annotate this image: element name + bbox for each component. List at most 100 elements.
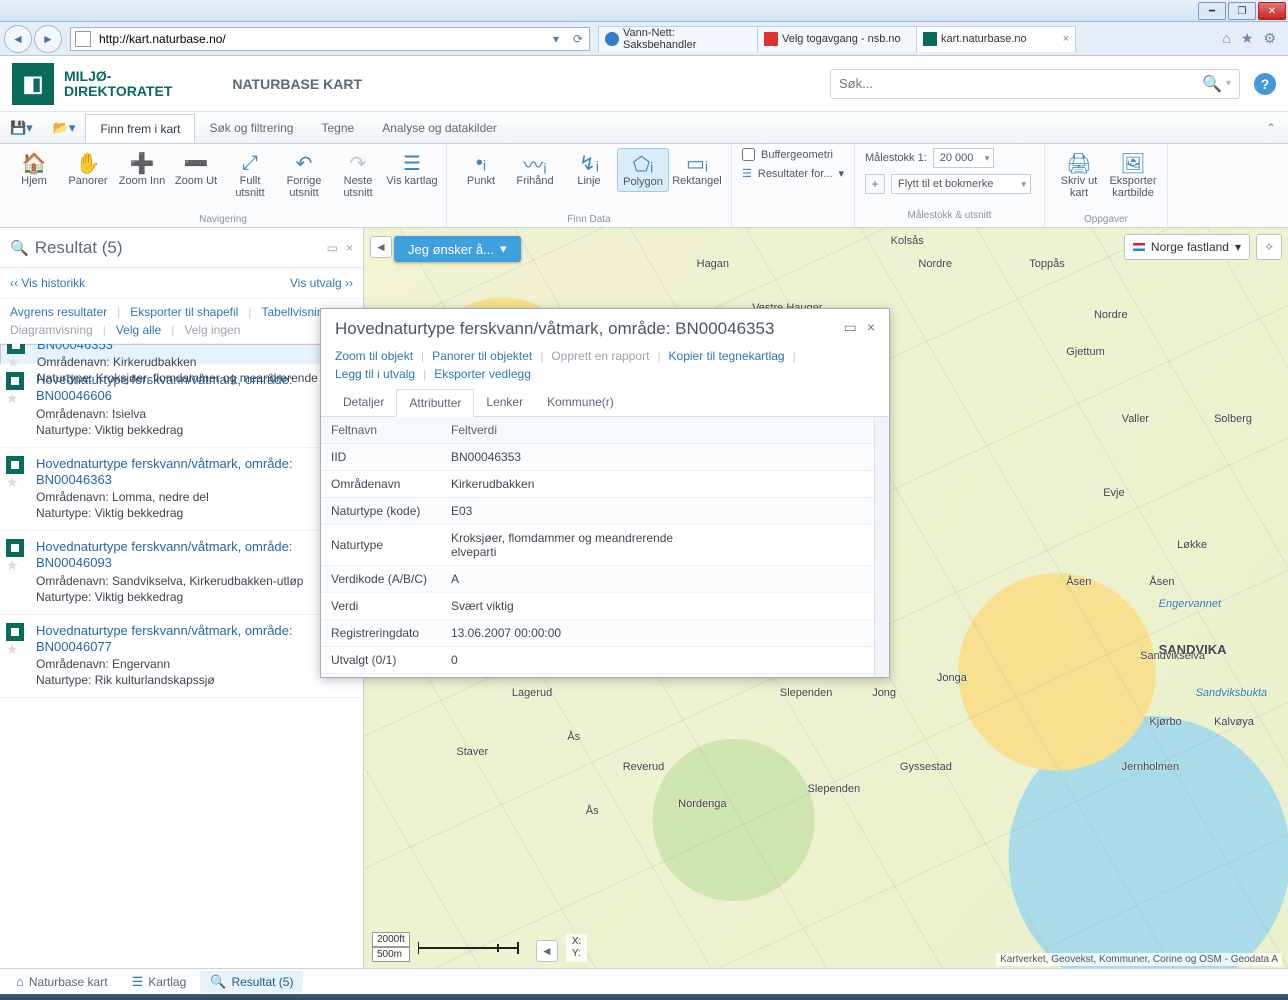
chevron-down-icon: ▾ <box>1235 240 1241 254</box>
result-item[interactable]: ★Hovednaturtype ferskvann/våtmark, områd… <box>0 344 363 364</box>
result-icons: ★ <box>6 456 28 521</box>
buffer-checkbox[interactable] <box>742 148 755 161</box>
chevron-down-icon: ▾ <box>500 241 507 257</box>
browser-back[interactable]: ◄ <box>4 25 32 53</box>
help-button[interactable]: ? <box>1254 73 1276 95</box>
popup-maximize-icon[interactable]: ▭ <box>844 319 857 336</box>
link-eksport-vedlegg[interactable]: Eksporter vedlegg <box>434 367 531 381</box>
tab-resultat[interactable]: 🔍Resultat (5) <box>200 971 303 993</box>
link-panorer-objekt[interactable]: Panorer til objektet <box>432 349 532 363</box>
tool-rektangel[interactable]: ▭ᵢRektangel <box>671 148 723 192</box>
app-header: ◧ MILJØ- DIREKTORATET NATURBASE KART 🔍 ▾… <box>0 56 1288 112</box>
map-tools-icon[interactable]: ✧ <box>1256 234 1282 260</box>
feature-icon <box>6 539 24 557</box>
scale-select[interactable]: 20 000 <box>933 148 995 168</box>
result-item[interactable]: ★ Hovednaturtype ferskvann/våtmark, områd… <box>0 448 363 532</box>
save-menu[interactable]: 💾▾ <box>0 112 43 143</box>
map-place-label: Gjettum <box>1066 346 1105 358</box>
window-close[interactable]: ✕ <box>1258 2 1286 20</box>
settings-icon[interactable]: ⚙ <box>1263 30 1276 47</box>
link-velg-alle[interactable]: Velg alle <box>116 323 161 337</box>
browser-refresh[interactable]: ⟳ <box>567 32 589 46</box>
result-title[interactable]: Hovednaturtype ferskvann/våtmark, område… <box>36 539 353 572</box>
popup-table-wrap[interactable]: Feltnavn Feltverdi IIDBN00046353Områdena… <box>321 417 889 677</box>
tool-vis-kartlag[interactable]: ☰Vis kartlag <box>386 148 438 201</box>
tab-kartlag[interactable]: ☰Kartlag <box>122 971 197 993</box>
map-scale-bar: 2000ft 500m ◄ X: Y: <box>372 932 587 962</box>
basemap-select[interactable]: Norge fastland▾ <box>1124 234 1250 260</box>
favorites-icon[interactable]: ★ <box>1241 30 1254 47</box>
tool-eksporter[interactable]: 🖼Eksporter kartbilde <box>1107 148 1159 201</box>
wish-button[interactable]: Jeg ønsker å...▾ <box>394 236 521 262</box>
attribute-table: Feltnavn Feltverdi IIDBN00046353Områdena… <box>321 417 889 677</box>
tab-sok[interactable]: Søk og filtrering <box>195 112 307 143</box>
tab-naturbase-kart[interactable]: ⌂Naturbase kart <box>6 971 118 992</box>
search-input[interactable] <box>839 76 1202 91</box>
browser-tab[interactable]: Velg togavgang - nsb.no <box>757 26 917 52</box>
star-icon[interactable]: ★ <box>6 474 28 491</box>
tool-hjem[interactable]: 🏠Hjem <box>8 148 60 201</box>
browser-tab[interactable]: Vann-Nett: Saksbehandler <box>598 26 758 52</box>
scale-m: 500m <box>372 947 410 962</box>
coord-prev[interactable]: ◄ <box>536 940 558 962</box>
app-search[interactable]: 🔍 ▾ <box>830 69 1240 99</box>
link-utvalg[interactable]: Legg til i utvalg <box>335 367 415 381</box>
address-bar[interactable]: ▾ ⟳ <box>70 27 590 51</box>
star-icon[interactable]: ★ <box>6 390 28 407</box>
tab-finn-frem[interactable]: Finn frem i kart <box>85 114 195 143</box>
search-icon[interactable]: 🔍 <box>1202 74 1222 94</box>
result-title[interactable]: Hovednaturtype ferskvann/våtmark, område… <box>37 344 352 353</box>
result-title[interactable]: Hovednaturtype ferskvann/våtmark, område… <box>36 456 353 489</box>
link-historikk[interactable]: ‹‹ Vis historikk <box>10 276 85 290</box>
link-utvalg[interactable]: Vis utvalg ›› <box>290 276 353 290</box>
star-icon[interactable]: ★ <box>6 641 28 658</box>
feature-icon <box>6 623 24 641</box>
option-resultater[interactable]: ☰Resultater for...▾ <box>742 167 844 180</box>
close-panel-icon[interactable]: × <box>346 241 353 255</box>
link-kopier[interactable]: Kopier til tegnekartlag <box>669 349 785 363</box>
tool-frihand[interactable]: 〰ᵢFrihånd <box>509 148 561 192</box>
org-logo: ◧ <box>12 63 54 105</box>
tool-zoom-inn[interactable]: ➕Zoom Inn <box>116 148 168 201</box>
url-dropdown[interactable]: ▾ <box>545 32 567 46</box>
url-input[interactable] <box>95 32 545 46</box>
link-avgrens[interactable]: Avgrens resultater <box>10 305 107 319</box>
browser-forward[interactable]: ► <box>34 25 62 53</box>
window-maximize[interactable]: ❐ <box>1228 2 1256 20</box>
link-zoom-objekt[interactable]: Zoom til objekt <box>335 349 413 363</box>
tool-punkt[interactable]: •ᵢPunkt <box>455 148 507 192</box>
add-bookmark[interactable]: + <box>865 174 885 194</box>
tab-close-icon[interactable]: × <box>1063 33 1069 45</box>
tool-neste-utsnitt[interactable]: ↷Neste utsnitt <box>332 148 384 201</box>
tool-fullt-utsnitt[interactable]: ⤢Fullt utsnitt <box>224 148 276 201</box>
bookmark-select[interactable]: Flytt til et bokmerke <box>891 174 1031 194</box>
link-eksport-shapefil[interactable]: Eksporter til shapefil <box>130 305 238 319</box>
browser-tab-active[interactable]: kart.naturbase.no× <box>916 26 1076 52</box>
result-item[interactable]: ★ Hovednaturtype ferskvann/våtmark, områd… <box>0 615 363 699</box>
tool-skriv-ut[interactable]: 🖨Skriv ut kart <box>1053 148 1105 201</box>
tab-tegne[interactable]: Tegne <box>307 112 368 143</box>
tool-linje[interactable]: ↯ᵢLinje <box>563 148 615 192</box>
tool-zoom-ut[interactable]: ➖Zoom Ut <box>170 148 222 201</box>
star-icon[interactable]: ★ <box>7 354 29 371</box>
tool-forrige-utsnitt[interactable]: ↶Forrige utsnitt <box>278 148 330 201</box>
tab-detaljer[interactable]: Detaljer <box>331 389 396 417</box>
tool-panorer[interactable]: ✋Panorer <box>62 148 114 201</box>
result-title[interactable]: Hovednaturtype ferskvann/våtmark, område… <box>36 623 353 656</box>
detach-icon[interactable]: ▭ <box>327 241 338 255</box>
home-icon[interactable]: ⌂ <box>1222 30 1230 47</box>
tab-lenker[interactable]: Lenker <box>474 389 535 417</box>
option-buffer[interactable]: Buffergeometri <box>742 148 844 161</box>
window-minimize[interactable]: ━ <box>1198 2 1226 20</box>
tab-analyse[interactable]: Analyse og datakilder <box>368 112 511 143</box>
tab-attributter[interactable]: Attributter <box>396 389 474 417</box>
tool-polygon[interactable]: ⬠ᵢPolygon <box>617 148 669 192</box>
tab-kommune[interactable]: Kommune(r) <box>535 389 626 417</box>
collapse-ribbon[interactable]: ⌃ <box>1254 112 1288 143</box>
open-menu[interactable]: 📂▾ <box>43 112 86 143</box>
popup-close-icon[interactable]: × <box>867 319 875 336</box>
map-prev[interactable]: ◄ <box>370 236 392 258</box>
search-dropdown-icon[interactable]: ▾ <box>1226 78 1231 89</box>
result-item[interactable]: ★ Hovednaturtype ferskvann/våtmark, områd… <box>0 531 363 615</box>
star-icon[interactable]: ★ <box>6 557 28 574</box>
